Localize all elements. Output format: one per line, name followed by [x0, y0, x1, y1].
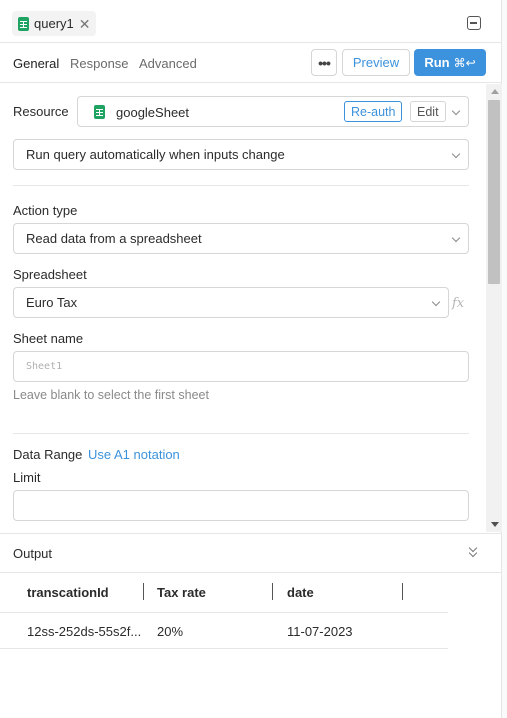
google-sheets-icon — [94, 105, 105, 119]
scrollbar-thumb[interactable] — [488, 100, 500, 284]
query-form: Resource googleSheet Re-auth Edit Run qu… — [0, 84, 486, 532]
run-shortcut-icon: ⌘↩ — [453, 55, 476, 70]
action-type-value: Read data from a spreadsheet — [26, 231, 202, 246]
chevron-down-icon — [431, 297, 441, 307]
divider — [13, 433, 469, 434]
tab-advanced[interactable]: Advanced — [139, 56, 197, 71]
query-editor-panel: query1 ✕ General Response Advanced ••• P… — [0, 0, 502, 718]
tab-general[interactable]: General — [13, 56, 59, 71]
sheet-name-placeholder: Sheet1 — [26, 361, 63, 372]
output-title: Output — [13, 546, 53, 561]
output-header: Output — [0, 533, 502, 573]
column-resize-handle[interactable] — [143, 583, 144, 600]
data-range-label: Data Range — [13, 447, 83, 462]
double-chevron-down-icon[interactable] — [468, 543, 480, 560]
chevron-down-icon — [451, 233, 461, 243]
resource-select[interactable]: googleSheet Re-auth Edit — [77, 96, 469, 127]
run-label: Run — [424, 55, 450, 70]
edit-resource-button[interactable]: Edit — [410, 101, 446, 122]
tab-response[interactable]: Response — [70, 56, 129, 71]
table-cell: 11-07-2023 — [287, 624, 353, 639]
spreadsheet-select[interactable]: Euro Tax — [13, 287, 449, 318]
query-tab-bar: query1 ✕ — [0, 0, 502, 43]
more-options-button[interactable]: ••• — [311, 49, 337, 76]
limit-input[interactable] — [13, 490, 469, 521]
table-cell: 20% — [157, 624, 184, 639]
close-icon[interactable]: ✕ — [79, 17, 91, 31]
column-header-tax-rate[interactable]: Tax rate — [157, 585, 206, 600]
chevron-down-icon — [451, 106, 461, 116]
output-table: transcationId Tax rate date 12ss-252ds-5… — [0, 573, 448, 649]
spreadsheet-value: Euro Tax — [26, 295, 78, 310]
resource-label: Resource — [13, 104, 69, 119]
minimize-panel-icon[interactable] — [467, 16, 481, 30]
column-header-date[interactable]: date — [287, 585, 314, 600]
reauth-button[interactable]: Re-auth — [344, 101, 403, 122]
query-tab-label: query1 — [34, 16, 74, 31]
google-sheets-icon — [18, 16, 29, 31]
resource-name: googleSheet — [116, 105, 190, 120]
limit-label: Limit — [13, 470, 41, 485]
column-resize-handle[interactable] — [272, 583, 273, 600]
fx-icon[interactable]: fx — [452, 296, 464, 311]
divider — [13, 185, 469, 186]
spreadsheet-label: Spreadsheet — [13, 267, 87, 282]
scroll-up-arrow-icon[interactable] — [491, 89, 499, 94]
table-cell: 12ss-252ds-55s2f... — [27, 624, 142, 639]
run-button[interactable]: Run ⌘↩ — [414, 49, 486, 76]
sheet-name-label: Sheet name — [13, 331, 84, 346]
sheet-name-input[interactable]: Sheet1 — [13, 351, 469, 382]
trigger-mode-select[interactable]: Run query automatically when inputs chan… — [13, 139, 469, 170]
column-header-transaction-id[interactable]: transcationId — [27, 585, 109, 600]
a1-notation-link[interactable]: Use A1 notation — [88, 447, 180, 462]
query-tab[interactable]: query1 ✕ — [12, 11, 97, 36]
action-type-label: Action type — [13, 203, 78, 218]
editor-subtabs: General Response Advanced ••• Preview Ru… — [0, 43, 502, 83]
column-resize-handle[interactable] — [402, 583, 403, 600]
scroll-down-arrow-icon[interactable] — [491, 522, 499, 527]
form-scrollbar[interactable] — [486, 84, 502, 532]
action-type-select[interactable]: Read data from a spreadsheet — [13, 223, 469, 254]
table-row[interactable]: 12ss-252ds-55s2f... 20% 11-07-2023 — [0, 613, 448, 649]
trigger-mode-value: Run query automatically when inputs chan… — [26, 147, 285, 162]
preview-button[interactable]: Preview — [342, 49, 410, 76]
sheet-name-help: Leave blank to select the first sheet — [13, 388, 209, 402]
chevron-down-icon — [451, 149, 461, 159]
panel-edge — [502, 0, 507, 718]
table-header-row: transcationId Tax rate date — [0, 573, 448, 613]
